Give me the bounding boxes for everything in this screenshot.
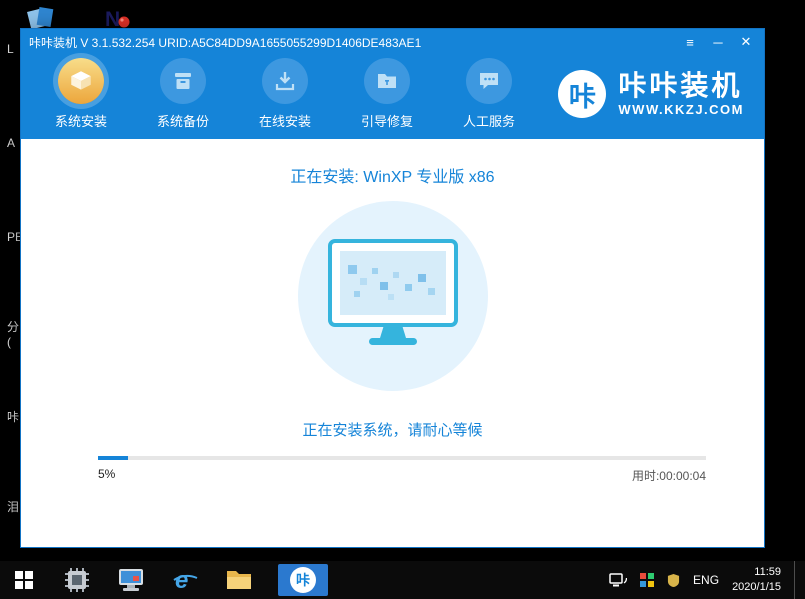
- taskbar-item-computer[interactable]: [116, 565, 146, 595]
- computer-icon: [119, 569, 143, 591]
- cpu-chip-icon: [65, 568, 89, 592]
- taskbar-clock[interactable]: 11:59 2020/1/15: [732, 565, 781, 595]
- toolbar-item-boot-repair[interactable]: 引导修复: [353, 58, 421, 130]
- chat-service-icon: [466, 58, 512, 104]
- toolbar-item-label: 人工服务: [462, 114, 515, 129]
- install-box-icon: [58, 58, 104, 104]
- progress-fill: [98, 456, 129, 460]
- brand-mark-icon: 咔: [558, 70, 607, 118]
- toolbar-item-system-install[interactable]: 系统安装: [47, 58, 115, 130]
- edge-label-fragment: 分: [7, 320, 20, 334]
- taskbar-item-browser[interactable]: e: [170, 565, 200, 595]
- installing-title: 正在安装: WinXP 专业版 x86: [290, 169, 495, 186]
- shield-icon[interactable]: [667, 573, 680, 588]
- color-grid-icon[interactable]: [640, 573, 655, 587]
- edge-label-fragment: 咔: [7, 410, 20, 424]
- folder-icon: [227, 571, 251, 589]
- toolbar-item-human-service[interactable]: 人工服务: [455, 58, 523, 130]
- brand-logo: 咔 咔咔装机 WWW.KKZJ.COM: [558, 70, 744, 118]
- toolbar-item-label: 在线安装: [258, 114, 311, 129]
- edge-label-fragment: L: [7, 42, 14, 56]
- language-indicator[interactable]: ENG: [693, 573, 719, 587]
- taskbar-item-hardware[interactable]: [62, 565, 92, 595]
- edge-label-fragment: A: [7, 136, 16, 150]
- menu-button[interactable]: ≡: [676, 29, 704, 55]
- windows-logo-icon: [15, 571, 33, 589]
- minimize-button[interactable]: ─: [704, 29, 732, 55]
- brand-name: 咔咔装机: [618, 70, 743, 102]
- download-icon: [262, 58, 308, 104]
- network-icon[interactable]: [609, 572, 628, 588]
- main-toolbar: 系统安装 系统备份 在线安装 引导修复 人工服务 咔 咔咔装机 WWW.KKZJ…: [21, 55, 764, 139]
- status-text: 正在安装系统，请耐心等候: [302, 422, 483, 439]
- progress-bar: [98, 456, 706, 460]
- toolbar-item-label: 系统安装: [54, 114, 107, 129]
- edge-label-fragment: (: [7, 335, 11, 349]
- backup-box-icon: [160, 58, 206, 104]
- taskbar-item-explorer[interactable]: [224, 565, 254, 595]
- start-button[interactable]: [0, 561, 48, 599]
- clock-time: 11:59: [754, 566, 781, 579]
- monitor-illustration-icon: [327, 239, 458, 345]
- taskbar-item-kaka-active[interactable]: 咔: [278, 564, 328, 596]
- install-progress-panel: 正在安装: WinXP 专业版 x86 正在安装系统，请耐心等候 5% 用时:0…: [21, 139, 764, 547]
- close-button[interactable]: ✕: [732, 29, 760, 55]
- window-title: 咔咔装机 V 3.1.532.254 URID:A5C84DD9A1655055…: [29, 35, 422, 50]
- progress-area: 5% 用时:00:00:04: [98, 456, 706, 484]
- brand-site: WWW.KKZJ.COM: [618, 101, 744, 117]
- progress-percent: 5%: [98, 467, 116, 481]
- desktop-edge-labels: L A PE 分 ( 咔 泪: [0, 0, 23, 599]
- clock-date: 2020/1/15: [732, 581, 781, 593]
- elapsed-time: 用时:00:00:04: [631, 469, 706, 483]
- kaka-app-icon: 咔: [290, 567, 316, 593]
- system-tray: ENG 11:59 2020/1/15: [609, 561, 805, 599]
- window-titlebar[interactable]: 咔咔装机 V 3.1.532.254 URID:A5C84DD9A1655055…: [21, 29, 764, 55]
- ie-browser-icon: e: [173, 567, 198, 593]
- folder-repair-icon: [364, 58, 410, 104]
- toolbar-item-label: 引导修复: [360, 114, 413, 129]
- kaka-installer-window: 咔咔装机 V 3.1.532.254 URID:A5C84DD9A1655055…: [20, 28, 765, 548]
- toolbar-item-system-backup[interactable]: 系统备份: [149, 58, 217, 130]
- edge-label-fragment: 泪: [7, 500, 20, 514]
- svg-text:e: e: [175, 567, 188, 593]
- taskbar: e 咔 ENG 11:59 2020/1/15: [0, 561, 805, 599]
- illustration-circle: [297, 201, 488, 391]
- toolbar-item-label: 系统备份: [156, 114, 209, 129]
- show-desktop-button[interactable]: [794, 561, 799, 599]
- toolbar-item-online-install[interactable]: 在线安装: [251, 58, 319, 130]
